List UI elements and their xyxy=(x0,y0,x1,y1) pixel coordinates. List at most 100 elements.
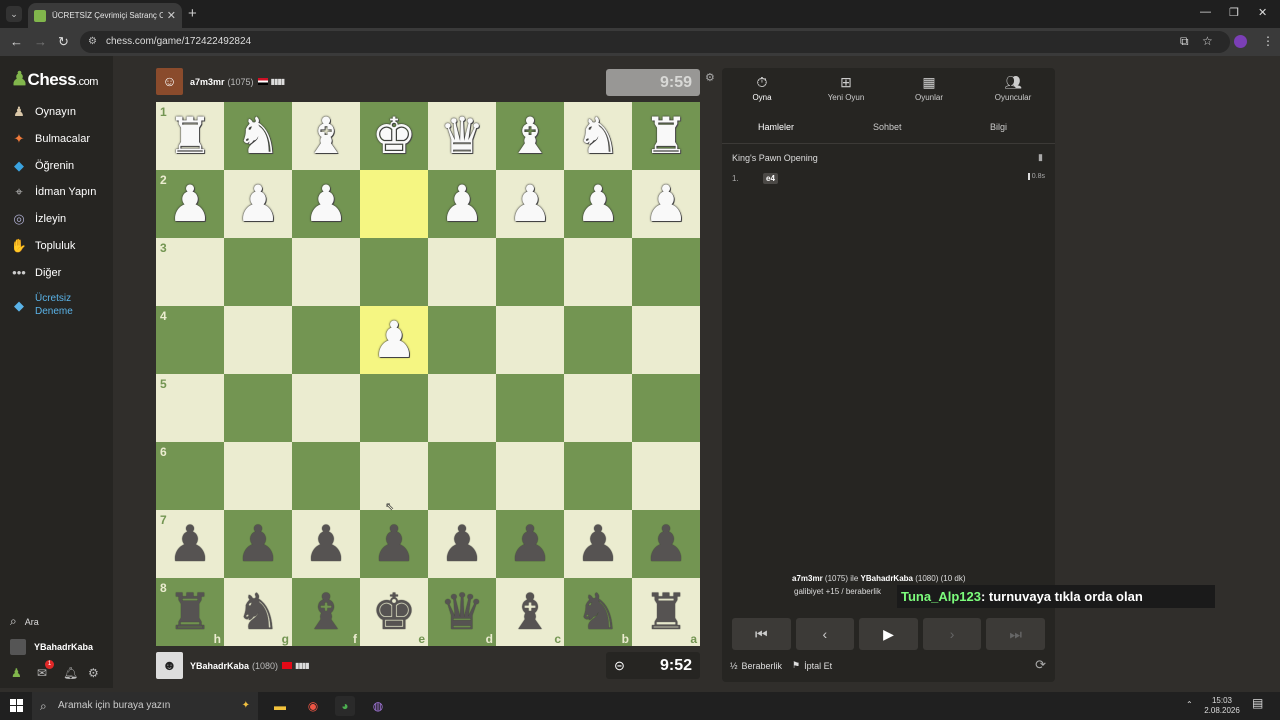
sidebar-search[interactable]: ⌕ Ara xyxy=(10,614,39,629)
square-b8[interactable]: b ♞ xyxy=(564,578,632,646)
chess-board[interactable]: 1 ♜ ♞ ♝ ♚ ♛ ♝ ♞ ♜ 2 ♟ ♟ ♟ ♟ ♟ ♟ ♟ 3 4 ♟ 5 6 7 ♟ ♟ ♟ ♟ ♟ ♟ ♟ ♟ 8 h ♜ g ♞ f ♝ e ♚… xyxy=(156,102,700,646)
square-g1[interactable]: ♞ xyxy=(224,102,292,170)
stream-app-icon[interactable]: ◍ xyxy=(368,696,388,716)
square-e5[interactable] xyxy=(360,374,428,442)
white-rook-icon[interactable]: ♜ xyxy=(168,111,213,161)
square-g7[interactable]: ♟ xyxy=(224,510,292,578)
back-icon[interactable]: ← xyxy=(10,34,23,49)
extension-icon[interactable] xyxy=(1234,35,1247,48)
sidebar-item-puzzles[interactable]: ✦ Bulmacalar xyxy=(10,131,90,147)
square-h2[interactable]: 2 ♟ xyxy=(156,170,224,238)
url-input[interactable]: ⚙ chess.com/game/172422492824 xyxy=(80,31,1230,53)
file-explorer-icon[interactable]: ▬ xyxy=(270,696,290,716)
square-f8[interactable]: f ♝ xyxy=(292,578,360,646)
square-d6[interactable] xyxy=(428,442,496,510)
tab-play[interactable]: ⏱ Oyna xyxy=(727,74,797,102)
white-pawn-icon[interactable]: ♟ xyxy=(440,179,485,229)
square-g2[interactable]: ♟ xyxy=(224,170,292,238)
subtab-info[interactable]: Bilgi xyxy=(990,122,1007,132)
sidebar-item-community[interactable]: ✋ Topluluk xyxy=(10,238,75,254)
reload-icon[interactable]: ↻ xyxy=(58,34,69,50)
black-pawn-icon[interactable]: ♟ xyxy=(508,519,553,569)
square-h3[interactable]: 3 xyxy=(156,238,224,306)
black-pawn-icon[interactable]: ♟ xyxy=(304,519,349,569)
draw-button[interactable]: Beraberlik xyxy=(742,661,783,671)
square-h7[interactable]: 7 ♟ xyxy=(156,510,224,578)
first-move-button[interactable]: ⏮ xyxy=(732,618,791,650)
play-button[interactable]: ▶ xyxy=(859,618,918,650)
square-b5[interactable] xyxy=(564,374,632,442)
bottom-player-avatar[interactable]: ☻ xyxy=(156,652,183,679)
black-pawn-icon[interactable]: ♟ xyxy=(372,519,417,569)
move-e4[interactable]: e4 xyxy=(763,173,778,184)
white-king-icon[interactable]: ♚ xyxy=(372,111,417,161)
square-f3[interactable] xyxy=(292,238,360,306)
square-e3[interactable] xyxy=(360,238,428,306)
square-d5[interactable] xyxy=(428,374,496,442)
taskbar-search-input[interactable]: ⌕ Aramak için buraya yazın ✦ xyxy=(32,692,258,720)
square-d7[interactable]: ♟ xyxy=(428,510,496,578)
square-h1[interactable]: 1 ♜ xyxy=(156,102,224,170)
sidebar-item-play[interactable]: ♟ Oynayın xyxy=(10,104,76,120)
close-tab-icon[interactable]: ✕ xyxy=(167,9,176,22)
bottom-player-name[interactable]: YBahadrKaba xyxy=(190,661,249,671)
sidebar-item-more[interactable]: ••• Diğer xyxy=(10,265,61,280)
black-pawn-icon[interactable]: ♟ xyxy=(644,519,689,569)
restore-window-button[interactable]: ❐ xyxy=(1229,6,1239,19)
flip-board-icon[interactable]: ⟳ xyxy=(1035,657,1046,673)
tray-chevron-icon[interactable]: ⌃ xyxy=(1186,700,1193,710)
square-g8[interactable]: g ♞ xyxy=(224,578,292,646)
square-g6[interactable] xyxy=(224,442,292,510)
messages-icon[interactable]: ✉ 1 xyxy=(37,660,54,680)
square-c1[interactable]: ♝ xyxy=(496,102,564,170)
white-queen-icon[interactable]: ♛ xyxy=(440,111,485,161)
windows-start-icon[interactable] xyxy=(10,699,24,713)
notifications-bell-icon[interactable]: 🔔︎ xyxy=(63,666,78,680)
tab-players[interactable]: 👥︎ Oyuncular xyxy=(978,74,1048,102)
bookmark-star-icon[interactable]: ☆ xyxy=(1202,34,1213,48)
square-d2[interactable]: ♟ xyxy=(428,170,496,238)
square-h5[interactable]: 5 xyxy=(156,374,224,442)
black-pawn-icon[interactable]: ♟ xyxy=(168,519,213,569)
square-f4[interactable] xyxy=(292,306,360,374)
subtab-chat[interactable]: Sohbet xyxy=(873,122,902,132)
black-pawn-icon[interactable]: ♟ xyxy=(236,519,281,569)
square-a3[interactable] xyxy=(632,238,700,306)
square-a4[interactable] xyxy=(632,306,700,374)
square-b4[interactable] xyxy=(564,306,632,374)
square-d8[interactable]: d ♛ xyxy=(428,578,496,646)
settings-gear-icon[interactable]: ⚙ xyxy=(88,666,99,680)
square-c3[interactable] xyxy=(496,238,564,306)
close-window-button[interactable]: ✕ xyxy=(1258,6,1267,19)
square-h4[interactable]: 4 xyxy=(156,306,224,374)
tab-list-button[interactable]: ⌄ xyxy=(6,6,22,22)
black-knight-icon[interactable]: ♞ xyxy=(576,587,621,637)
opening-name[interactable]: King's Pawn Opening xyxy=(732,153,818,163)
black-bishop-icon[interactable]: ♝ xyxy=(304,587,349,637)
white-bishop-icon[interactable]: ♝ xyxy=(508,111,553,161)
black-rook-icon[interactable]: ♜ xyxy=(644,587,689,637)
square-a2[interactable]: ♟ xyxy=(632,170,700,238)
square-b2[interactable]: ♟ xyxy=(564,170,632,238)
square-g4[interactable] xyxy=(224,306,292,374)
black-pawn-icon[interactable]: ♟ xyxy=(440,519,485,569)
black-rook-icon[interactable]: ♜ xyxy=(168,587,213,637)
square-h6[interactable]: 6 xyxy=(156,442,224,510)
app-icon[interactable]: ◉ xyxy=(303,696,323,716)
forward-icon[interactable]: → xyxy=(34,34,47,49)
sidebar-item-watch[interactable]: ◎ İzleyin xyxy=(10,211,66,227)
square-f5[interactable] xyxy=(292,374,360,442)
tab-new-game[interactable]: ⊞ Yeni Oyun xyxy=(811,74,881,102)
subtab-moves[interactable]: Hamleler xyxy=(758,122,794,132)
square-d1[interactable]: ♛ xyxy=(428,102,496,170)
black-pawn-icon[interactable]: ♟ xyxy=(576,519,621,569)
tab-games[interactable]: ▦ Oyunlar xyxy=(894,74,964,102)
square-f2[interactable]: ♟ xyxy=(292,170,360,238)
chess-logo[interactable]: ♟Chess.com xyxy=(11,68,98,91)
square-c2[interactable]: ♟ xyxy=(496,170,564,238)
square-b6[interactable] xyxy=(564,442,632,510)
square-f6[interactable] xyxy=(292,442,360,510)
black-bishop-icon[interactable]: ♝ xyxy=(508,587,553,637)
square-c5[interactable] xyxy=(496,374,564,442)
square-a5[interactable] xyxy=(632,374,700,442)
